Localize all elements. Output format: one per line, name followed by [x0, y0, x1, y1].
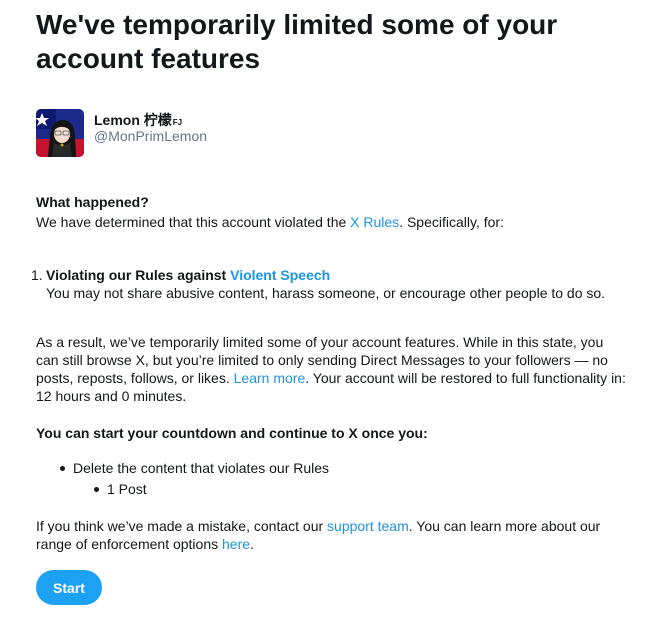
result-line-3-after: . Your account will be restored to full …	[305, 370, 626, 386]
countdown-heading: You can start your countdown and continu…	[36, 425, 428, 441]
countdown-bullet-text: Delete the content that violates our Rul…	[73, 460, 330, 476]
account-name-suffix: FJ	[172, 118, 183, 127]
countdown-sub-bullet-text: 1 Post	[107, 481, 147, 497]
countdown-sub-bullet: 1 Post	[94, 480, 147, 498]
avatar-image-icon	[36, 109, 84, 157]
avatar[interactable]	[36, 109, 84, 157]
x-rules-link[interactable]: X Rules	[350, 214, 399, 230]
here-link[interactable]: here	[222, 536, 250, 552]
result-line-4: 12 hours and 0 minutes.	[36, 388, 187, 404]
result-line-3: posts, reposts, follows, or likes. Learn…	[36, 369, 632, 387]
mistake-line-2-before: range of enforcement options	[36, 536, 223, 552]
what-happened-text-after: . Specifically, for:	[399, 214, 504, 230]
page-title-line-2: account features	[36, 43, 261, 74]
mistake-line-2: range of enforcement options here.	[36, 535, 636, 553]
result-line-1: As a result, we’ve temporarily limited s…	[36, 334, 604, 350]
what-happened-text: We have determined that this account vio…	[36, 213, 504, 231]
page-container: We've temporarily limited some of your ac…	[31, 0, 636, 605]
page-title-line-1: We've temporarily limited some of your	[36, 9, 558, 40]
mistake-text-middle: . You can learn more about our	[408, 518, 601, 534]
violation-title-prefix: Violating our Rules against	[46, 267, 231, 283]
mistake-paragraph: If you think we’ve made a mistake, conta…	[36, 517, 636, 553]
violent-speech-link[interactable]: Violent Speech	[230, 267, 330, 283]
bullet-dot-icon	[60, 465, 65, 471]
result-line-3-before: posts, reposts, follows, or likes.	[36, 370, 234, 386]
result-paragraph: As a result, we’ve temporarily limited s…	[36, 333, 632, 405]
account-display-name: Lemon 柠檬FJ	[94, 110, 182, 130]
mistake-text-before: If you think we’ve made a mistake, conta…	[36, 518, 328, 534]
what-happened-heading: What happened?	[36, 194, 149, 210]
result-line-2: can still browse X, but you’re limited t…	[36, 352, 608, 368]
mistake-text-after: .	[250, 536, 254, 552]
page-title: We've temporarily limited some of your ac…	[36, 8, 636, 76]
what-happened-text-before: We have determined that this account vio…	[36, 214, 351, 230]
learn-more-link[interactable]: Learn more	[234, 370, 306, 386]
account-card: Lemon 柠檬FJ @MonPrimLemon	[36, 108, 436, 160]
violation-title: Violating our Rules against Violent Spee…	[46, 266, 330, 284]
mistake-line-1: If you think we’ve made a mistake, conta…	[36, 517, 636, 535]
account-handle: @MonPrimLemon	[94, 128, 208, 144]
countdown-bullet: Delete the content that violates our Rul…	[60, 459, 329, 477]
support-team-link[interactable]: support team	[327, 518, 409, 534]
violation-number: 1.	[31, 267, 43, 283]
start-button[interactable]: Start	[36, 570, 102, 605]
account-name-text: Lemon 柠檬	[94, 112, 172, 128]
violation-description: You may not share abusive content, haras…	[46, 285, 606, 301]
bullet-dot-icon	[94, 486, 99, 492]
